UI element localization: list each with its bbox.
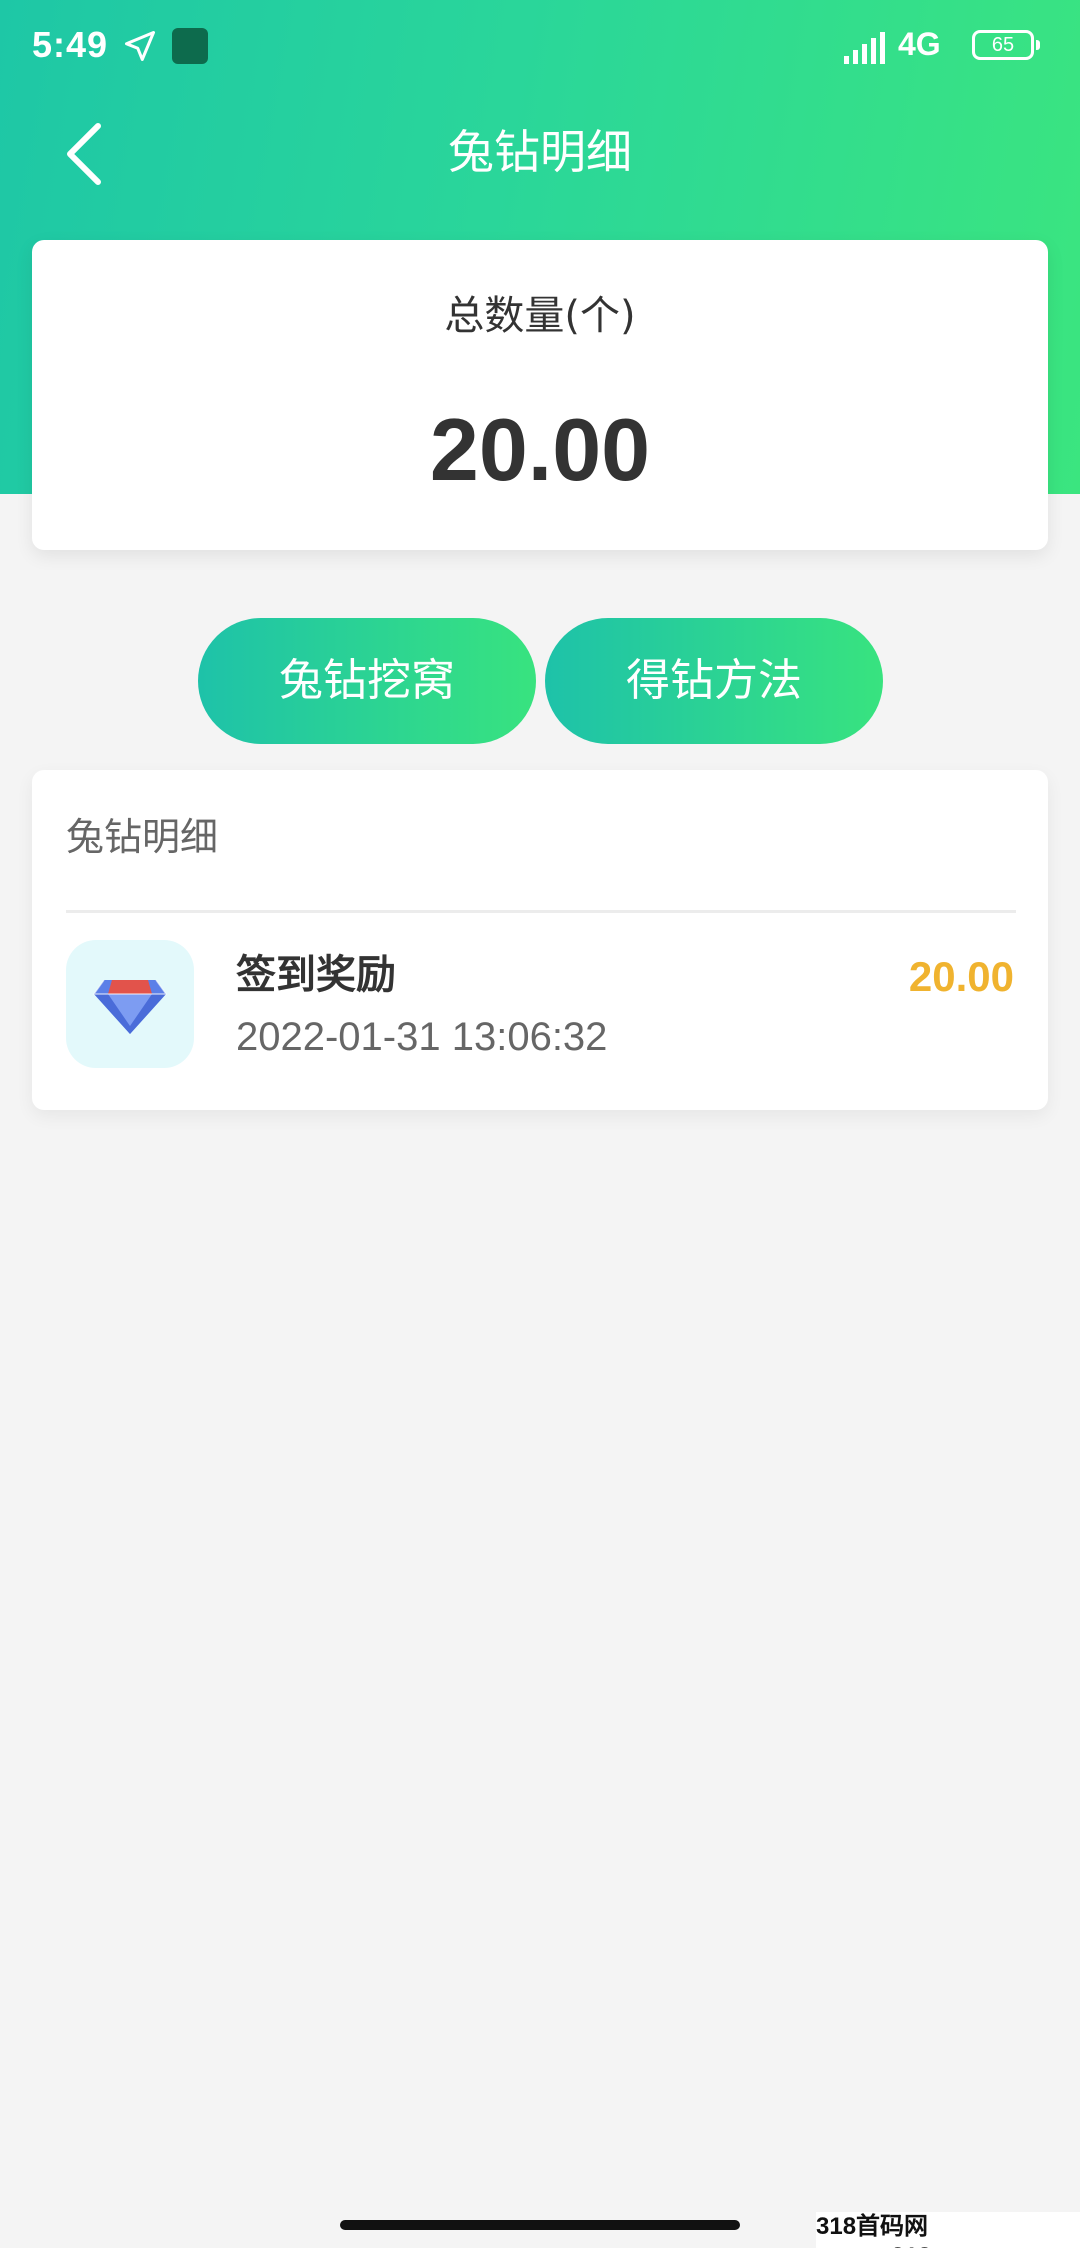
record-time: 2022-01-31 13:06:32 [236, 1015, 608, 1059]
status-time: 5:49 [32, 24, 109, 65]
app-notification-icon [172, 28, 208, 64]
detail-card: 兔钻明细 签到奖励 2022-01-31 13:06:32 20.00 [32, 770, 1048, 1110]
page-title: 兔钻明细 [448, 125, 632, 179]
location-arrow-icon [122, 28, 158, 64]
status-bar: 5:49 4G 65 [0, 0, 1080, 96]
record-amount: 20.00 [908, 953, 1014, 1000]
total-card: 总数量(个) 20.00 [32, 240, 1048, 550]
home-indicator[interactable] [340, 2220, 740, 2230]
page: 5:49 4G 65 兔钻明细 总数量(个) 20.00 兔钻挖窝 得钻方法 兔… [0, 0, 1080, 2248]
divider [66, 910, 1016, 913]
total-label: 总数量(个) [444, 293, 636, 339]
list-item[interactable]: 签到奖励 2022-01-31 13:06:32 20.00 [32, 940, 1048, 1080]
battery-icon: 65 [972, 30, 1040, 60]
record-title: 签到奖励 [236, 952, 396, 998]
network-indicator: 4G [898, 26, 941, 62]
signal-icon [844, 32, 888, 64]
earn-method-button[interactable]: 得钻方法 [545, 618, 883, 744]
total-value: 20.00 [429, 400, 651, 499]
watermark: 318首码网 www.e318.com [816, 2212, 1080, 2248]
diamond-icon [66, 940, 194, 1068]
dig-diamonds-button[interactable]: 兔钻挖窝 [198, 618, 536, 744]
detail-header: 兔钻明细 [66, 815, 219, 859]
